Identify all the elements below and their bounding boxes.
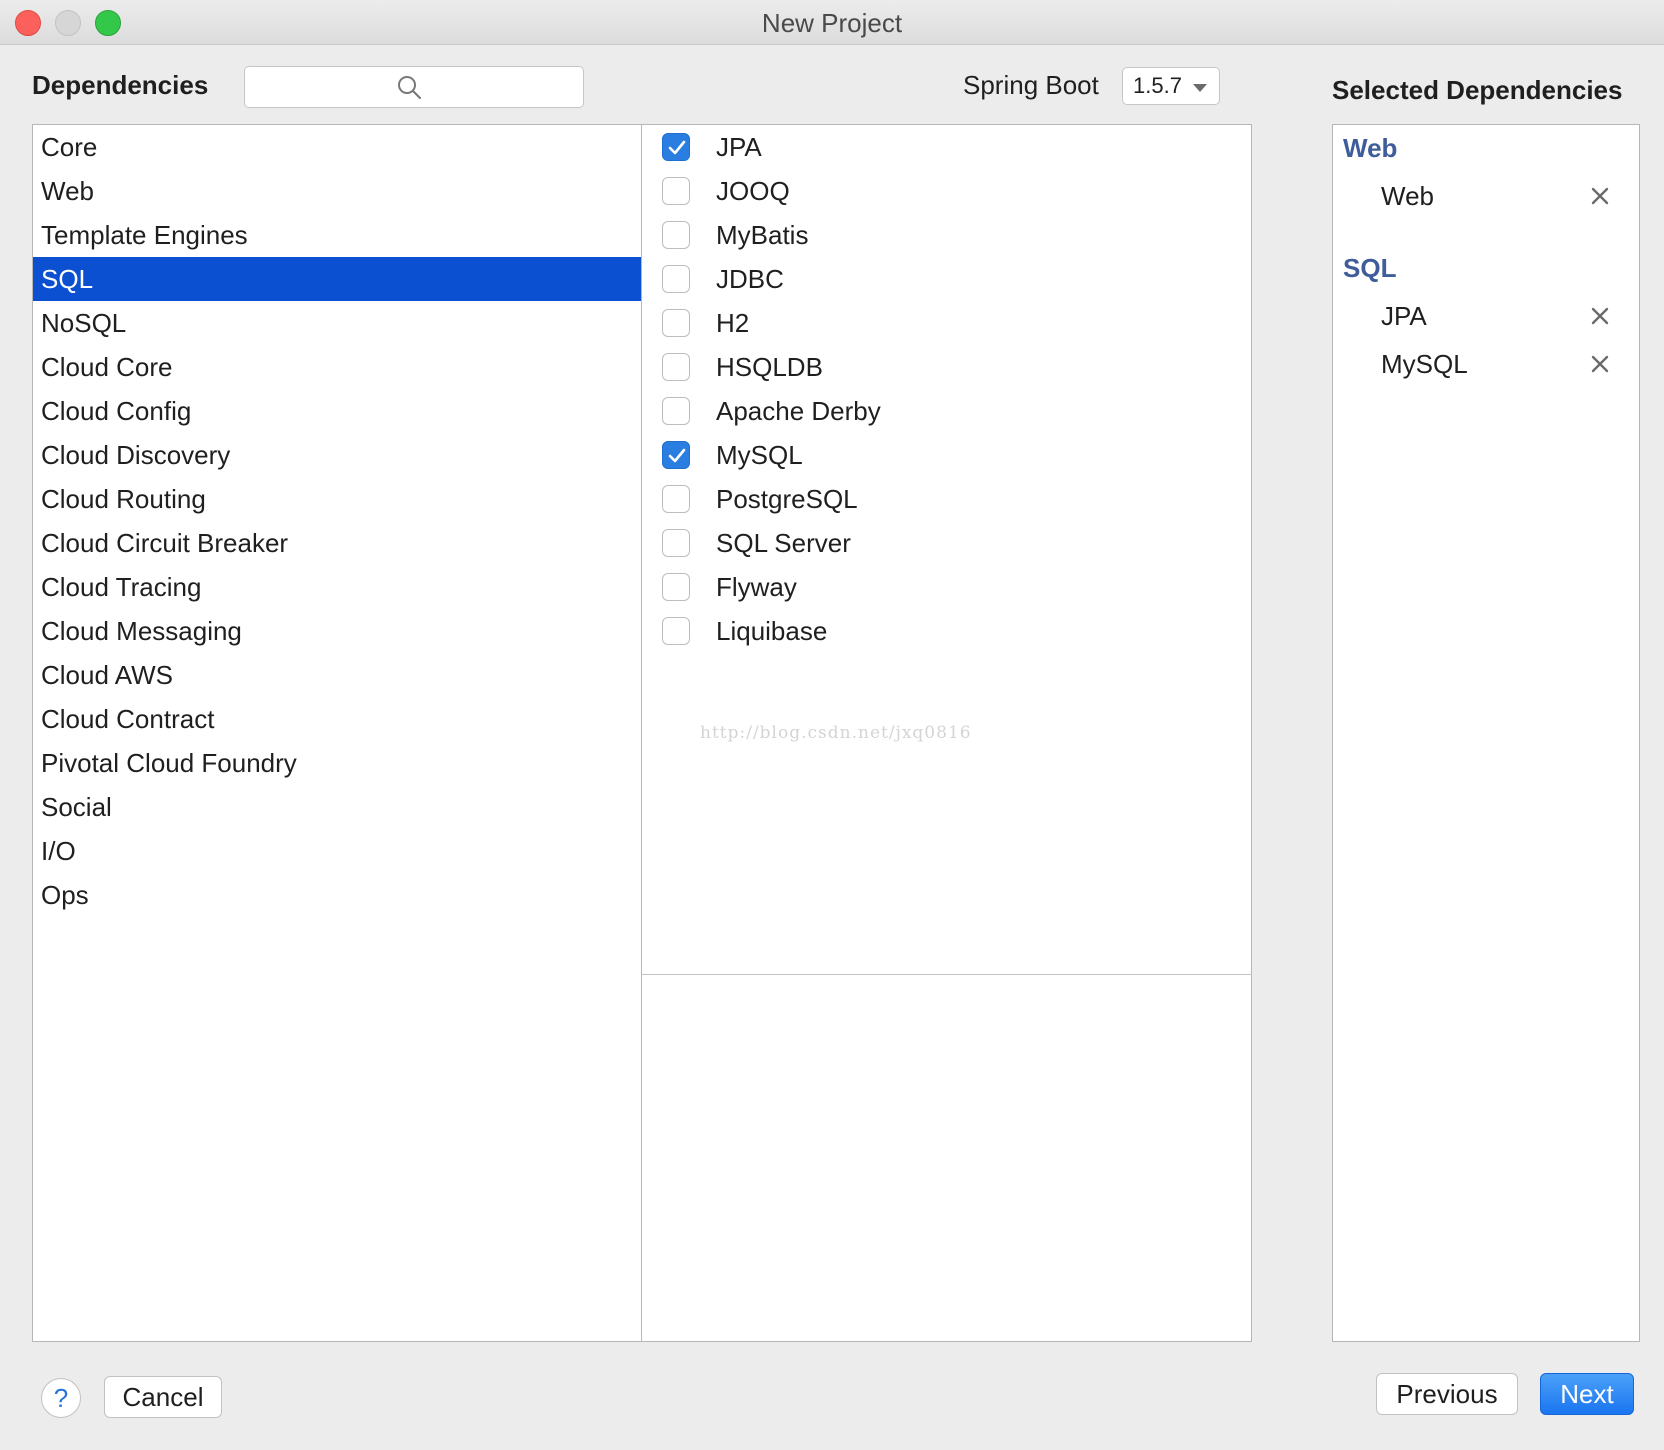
dependency-checkbox[interactable] <box>662 441 690 469</box>
dependency-row[interactable]: MyBatis <box>642 213 1251 257</box>
search-input[interactable] <box>244 66 584 108</box>
dependencies-label: Dependencies <box>32 70 209 100</box>
window-title: New Project <box>761 8 903 38</box>
dependency-label: JDBC <box>716 264 784 294</box>
category-item[interactable]: Cloud Discovery <box>33 433 641 477</box>
dependency-checkbox[interactable] <box>662 573 690 601</box>
dependency-checkbox[interactable] <box>662 133 690 161</box>
dependency-label: Apache Derby <box>716 396 881 426</box>
category-item[interactable]: Cloud Circuit Breaker <box>33 521 641 565</box>
dependency-label: Flyway <box>716 572 797 602</box>
category-item[interactable]: Cloud Config <box>33 389 641 433</box>
previous-button[interactable]: Previous <box>1376 1373 1518 1415</box>
dependency-row[interactable]: JDBC <box>642 257 1251 301</box>
spring-boot-version-select[interactable]: 1.5.7 <box>1122 67 1220 105</box>
category-item[interactable]: Cloud AWS <box>33 653 641 697</box>
category-item[interactable]: Pivotal Cloud Foundry <box>33 741 641 785</box>
dependency-label: JPA <box>716 132 762 162</box>
dependency-label: MyBatis <box>716 220 809 250</box>
dependency-checkbox[interactable] <box>662 353 690 381</box>
category-item[interactable]: NoSQL <box>33 301 641 345</box>
dependency-label: HSQLDB <box>716 352 823 382</box>
selected-dependency-item: MySQL <box>1381 349 1468 379</box>
dependency-row[interactable]: MySQL <box>642 433 1251 477</box>
dependency-label: H2 <box>716 308 750 338</box>
dependency-row[interactable]: H2 <box>642 301 1251 345</box>
chevron-down-icon <box>1193 84 1207 92</box>
category-item[interactable]: Cloud Messaging <box>33 609 641 653</box>
dependency-row[interactable]: Liquibase <box>642 609 1251 653</box>
spring-boot-version-value: 1.5.7 <box>1133 73 1182 98</box>
category-item[interactable]: Core <box>33 125 641 169</box>
selected-group-header: Web <box>1343 133 1398 163</box>
dependency-row[interactable]: Flyway <box>642 565 1251 609</box>
dependency-row[interactable]: SQL Server <box>642 521 1251 565</box>
category-item[interactable]: SQL <box>33 257 641 301</box>
dependency-checkbox[interactable] <box>662 397 690 425</box>
dependency-panel: JPA JOOQ MyBatis JDBC H2 HSQLDB Apache Derby My… <box>641 124 1252 1342</box>
dependency-checkbox[interactable] <box>662 309 690 337</box>
dependency-label: JOOQ <box>716 176 790 206</box>
dependency-row[interactable]: Apache Derby <box>642 389 1251 433</box>
dependency-row[interactable]: JPA <box>642 125 1251 169</box>
checkmark-icon <box>668 140 686 155</box>
selected-dependency-item: Web <box>1381 181 1434 211</box>
category-item[interactable]: Cloud Routing <box>33 477 641 521</box>
search-icon <box>398 76 421 99</box>
dependency-label: Liquibase <box>716 616 828 646</box>
close-icon[interactable] <box>1589 185 1611 207</box>
dependency-checkbox[interactable] <box>662 529 690 557</box>
dependency-checkbox[interactable] <box>662 617 690 645</box>
dependency-label: PostgreSQL <box>716 484 858 514</box>
category-item[interactable]: Template Engines <box>33 213 641 257</box>
dependency-checkbox[interactable] <box>662 177 690 205</box>
spring-boot-label: Spring Boot <box>963 70 1099 100</box>
dependency-row[interactable]: JOOQ <box>642 169 1251 213</box>
dependency-label: MySQL <box>716 440 803 470</box>
category-list: Core Web Template Engines SQL NoSQL Cloud Cor… <box>32 124 642 1342</box>
dependency-row[interactable]: HSQLDB <box>642 345 1251 389</box>
description-divider <box>642 974 1251 975</box>
new-project-dialog: New Project Dependencies Spring Boot 1.5… <box>0 0 1664 1450</box>
category-item[interactable]: I/O <box>33 829 641 873</box>
dependency-label: SQL Server <box>716 528 851 558</box>
category-item[interactable]: Web <box>33 169 641 213</box>
dependency-checkbox[interactable] <box>662 485 690 513</box>
dependency-row[interactable]: PostgreSQL <box>642 477 1251 521</box>
selected-group-header: SQL <box>1343 253 1397 283</box>
watermark: http://blog.csdn.net/jxq0816 <box>700 723 972 743</box>
help-button[interactable]: ? <box>41 1378 81 1418</box>
selected-dependencies-list: Web Web SQL JPA MySQL <box>1332 124 1640 1342</box>
close-icon[interactable] <box>1589 353 1611 375</box>
dependency-checkbox[interactable] <box>662 221 690 249</box>
title-bar: New Project <box>0 0 1664 45</box>
category-item[interactable]: Cloud Tracing <box>33 565 641 609</box>
cancel-button[interactable]: Cancel <box>104 1376 222 1418</box>
category-item[interactable]: Social <box>33 785 641 829</box>
selected-dependency-item: JPA <box>1381 301 1427 331</box>
category-item[interactable]: Cloud Core <box>33 345 641 389</box>
close-icon[interactable] <box>1589 305 1611 327</box>
dependency-list: JPA JOOQ MyBatis JDBC H2 HSQLDB Apache Derby My… <box>642 125 1251 975</box>
dependency-checkbox[interactable] <box>662 265 690 293</box>
checkmark-icon <box>668 448 686 463</box>
next-button[interactable]: Next <box>1540 1373 1634 1415</box>
category-item[interactable]: Ops <box>33 873 641 917</box>
selected-dependencies-label: Selected Dependencies <box>1332 75 1623 105</box>
category-item[interactable]: Cloud Contract <box>33 697 641 741</box>
